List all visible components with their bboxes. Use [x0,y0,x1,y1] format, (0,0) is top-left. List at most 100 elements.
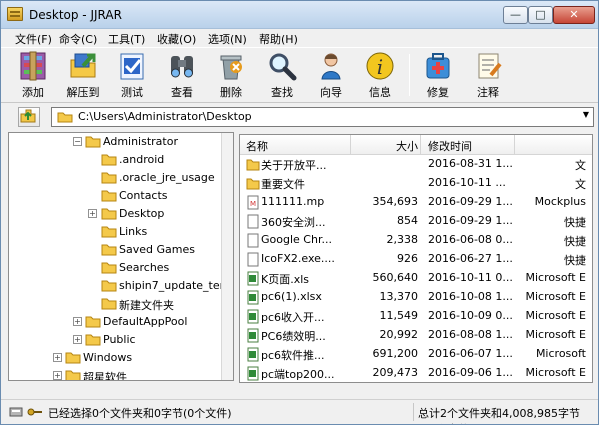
excel-file-icon [247,309,259,324]
file-row[interactable]: PC6绩效明... 20,992 2016-08-08 1... Microsoft … [240,326,592,345]
tree-item-label: Administrator [103,135,178,148]
name-column-header[interactable]: 名称 [246,138,268,154]
window-title: Desktop - JJRAR [29,8,122,22]
path-dropdown-icon[interactable]: ▼ [583,110,589,119]
file-type: Microsoft E [525,290,586,303]
file-date: 2016-06-27 1... [428,252,513,265]
file-type: Microsoft [535,347,586,360]
file-list-pane[interactable]: 名称 大小 修改时间 关于开放平... 2016-08-31 1... 文 重要文件… [239,134,593,383]
tree-expand-icon[interactable]: + [73,335,82,344]
tree-expand-icon[interactable]: + [73,317,82,326]
svg-text:i: i [377,55,383,79]
toolbar-separator [409,54,410,96]
mockplus-file-icon: M [247,195,259,210]
tree-item-label: Desktop [119,207,165,220]
file-row[interactable]: K页面.xls 560,640 2016-10-11 0... Microsoft E [240,269,592,288]
file-type: 快捷 [564,216,586,229]
total-items-status: 总计2个文件夹和4,008,985字节(10个文件) [418,407,580,424]
tree-item-label: Links [119,225,148,238]
tool-find-button[interactable]: 查找 [259,50,305,102]
address-bar: C:\Users\Administrator\Desktop ▼ [1,105,598,129]
tool-extract-button[interactable]: 解压到 [60,50,106,102]
excel-file-icon [247,328,259,343]
file-row[interactable]: 重要文件 2016-10-11 ... 文 [240,174,592,193]
menu-tools[interactable]: 工具(T) [108,31,145,47]
folder-icon [101,208,117,220]
tree-collapse-icon[interactable]: − [73,137,82,146]
file-type: 快捷 [564,254,586,267]
tree-expand-icon[interactable]: + [88,209,97,218]
column-divider[interactable] [350,135,351,155]
folder-icon [246,159,260,171]
tree-item-label: Public [103,333,136,346]
file-row[interactable]: Google Chr... 2,338 2016-06-08 0... 快捷 [240,231,592,250]
file-row[interactable]: pc端top200... 209,473 2016-09-06 1... Micros… [240,364,592,382]
file-name: 关于开放平... [261,159,327,172]
folder-icon [101,172,117,184]
tool-label: 删除 [220,86,242,99]
tool-repair-button[interactable]: 修复 [415,50,461,102]
maximize-button[interactable]: □ [528,6,553,24]
menu-favorites[interactable]: 收藏(O) [157,31,196,47]
close-button[interactable]: ✕ [553,6,595,24]
delete-bin-icon [220,55,242,80]
column-divider[interactable] [420,135,421,155]
menu-file[interactable]: 文件(F) [15,31,52,47]
file-date: 2016-08-08 1... [428,328,513,341]
file-row[interactable]: pc6收入开... 11,549 2016-10-09 0... Microsoft … [240,307,592,326]
minimize-button[interactable]: — [503,6,528,24]
up-folder-button[interactable] [18,107,40,127]
svg-text:M: M [250,200,256,208]
tool-add-button[interactable]: 添加 [10,50,56,102]
status-separator [413,403,414,421]
file-type: 文 [575,159,586,172]
excel-file-icon [247,347,259,362]
tool-info-button[interactable]: i 信息 [357,50,403,102]
folder-tree-pane[interactable]: − Administrator .android .oracle_jre_usa… [8,132,234,381]
folder-icon [101,226,117,238]
file-row[interactable]: pc6(1).xlsx 13,370 2016-10-08 1... Microsof… [240,288,592,307]
file-name: pc6软件推... [261,349,325,362]
excel-file-icon [247,271,259,286]
file-date: 2016-09-06 1... [428,366,513,379]
file-name: pc6(1).xlsx [261,290,322,303]
shortcut-file-icon [247,214,259,229]
menu-command[interactable]: 命令(C) [59,31,97,47]
tree-item-label: shipin7_update_ter [119,279,225,292]
tool-view-button[interactable]: 查看 [159,50,205,102]
menu-options[interactable]: 选项(N) [208,31,247,47]
column-divider[interactable] [514,135,515,155]
wizard-person-icon [321,53,341,80]
path-input[interactable]: C:\Users\Administrator\Desktop ▼ [51,107,594,127]
tool-wizard-button[interactable]: 向导 [308,50,354,102]
folder-icon [85,334,101,346]
file-row[interactable]: pc6软件推... 691,200 2016-06-07 1... Microsoft [240,345,592,364]
file-row[interactable]: M 111111.mp 354,693 2016-09-29 1... Mockplu… [240,193,592,212]
file-date: 2016-06-08 0... [428,233,513,246]
size-column-header[interactable]: 大小 [388,138,418,154]
selected-items-status: 已经选择0个文件夹和0字节(0个文件) [48,407,232,420]
tree-item-label: DefaultAppPool [103,315,188,328]
file-type: Mockplus [534,195,586,208]
tool-comment-button[interactable]: 注释 [465,50,511,102]
tree-expand-icon[interactable]: + [53,371,62,380]
tool-test-button[interactable]: 测试 [109,50,155,102]
file-row[interactable]: IcoFX2.exe.... 926 2016-06-27 1... 快捷 [240,250,592,269]
date-column-header[interactable]: 修改时间 [428,138,472,154]
tree-scrollbar[interactable] [221,133,233,380]
shortcut-file-icon [247,233,259,248]
tool-delete-button[interactable]: 删除 [208,50,254,102]
menu-help[interactable]: 帮助(H) [259,31,298,47]
file-date: 2016-08-31 1... [428,157,513,170]
tree-item-label: .oracle_jre_usage [119,171,215,184]
file-row[interactable]: 关于开放平... 2016-08-31 1... 文 [240,155,592,174]
file-size: 2,338 [386,233,419,246]
tool-label: 解压到 [66,86,100,99]
file-date: 2016-09-29 1... [428,195,513,208]
magnifier-icon [269,53,297,81]
tree-expand-icon[interactable]: + [53,353,62,362]
folder-icon [57,112,73,123]
status-disk-key-icon [9,407,42,417]
file-row[interactable]: 360安全浏... 854 2016-09-29 1... 快捷 [240,212,592,231]
info-icon: i [366,52,394,80]
